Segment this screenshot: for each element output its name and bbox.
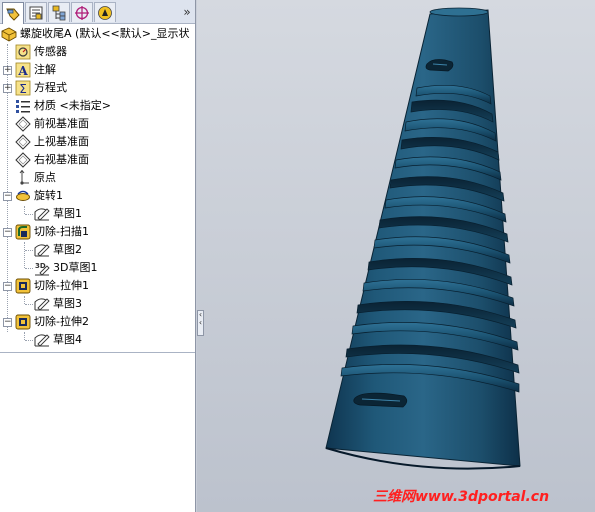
tree-item-label: 切除-扫描1 [34,225,89,238]
tree-item-sensors[interactable]: 传感器 [15,43,67,61]
configuration-manager-icon [52,5,66,20]
expand-toggle[interactable]: + [3,66,12,75]
tree-connector [25,214,33,215]
tree-item-label: 注解 [34,63,56,76]
tree-item-label: 旋转1 [34,189,63,202]
sketch-icon [34,208,50,221]
tree-item-label: 右视基准面 [34,153,89,166]
tree-item-label: 材质 <未指定> [34,99,111,112]
tree-item-label: 上视基准面 [34,135,89,148]
tree-item-right-plane[interactable]: 右视基准面 [15,151,89,169]
dimxpert-icon [75,5,89,20]
collapse-toggle[interactable]: − [3,282,12,291]
revolve-icon [16,190,30,201]
cut-extrude-icon [15,278,31,294]
tree-item-label: 草图4 [53,333,82,346]
property-manager-icon [29,6,43,19]
configuration-manager-tab[interactable] [48,2,70,22]
plane-icon [15,116,31,132]
3d-model[interactable] [197,0,595,512]
collapse-toggle[interactable]: − [3,192,12,201]
tree-item-label: 传感器 [34,45,67,58]
tree-connector [24,296,25,304]
annotation-icon: A [15,62,31,78]
plane-icon [15,152,31,168]
sketch-icon [34,244,50,257]
tree-item-label: 草图2 [53,243,82,256]
tree-connector [24,206,25,214]
origin-icon [19,170,29,185]
manager-tabbar: » [0,0,195,24]
tree-item-label: 草图1 [53,207,82,220]
cut-sweep-icon [15,224,31,240]
sensor-icon [15,44,31,60]
material-icon [16,100,30,113]
tree-item-cut-sweep1[interactable]: 切除-扫描1 [15,223,89,241]
tree-connector [24,332,25,340]
graphics-area[interactable] [197,0,595,512]
tree-item-label: 切除-拉伸1 [34,279,89,292]
tree-item-sketch1[interactable]: 草图1 [34,205,82,223]
tree-item-sketch2[interactable]: 草图2 [34,241,82,259]
tree-item-label: 前视基准面 [34,117,89,130]
tree-item-sketch3[interactable]: 草图3 [34,295,82,313]
tree-item-label: 切除-拉伸2 [34,315,89,328]
solidworks-window: » 螺旋收尾A (默认<<默认>_显示状 传感器 + A 注解 + Σ 方程式 … [0,0,595,512]
3d-sketch-icon: 3D [35,262,50,276]
tree-root-part[interactable]: 螺旋收尾A (默认<<默认>_显示状 [1,25,189,43]
property-manager-tab[interactable] [25,2,47,22]
tree-root-label: 螺旋收尾A (默认<<默认>_显示状 [20,27,190,40]
tree-connector [25,250,33,251]
tree-item-3d-sketch1[interactable]: 3D 3D草图1 [34,259,97,277]
panel-divider [0,352,195,353]
expand-toggle[interactable]: + [3,84,12,93]
svg-text:A: A [17,64,28,78]
tree-connector [25,340,33,341]
panel-collapse-handle[interactable]: ‹ ‹ [197,310,204,336]
tree-item-top-plane[interactable]: 上视基准面 [15,133,89,151]
collapse-toggle[interactable]: − [3,318,12,327]
tree-item-label: 原点 [34,171,56,184]
display-manager-icon [98,5,112,20]
equation-icon: Σ [15,80,31,96]
watermark-text: 三维网www.3dportal.cn [373,489,550,505]
more-tabs-button[interactable]: » [180,3,194,21]
tree-item-origin[interactable]: 原点 [15,169,56,187]
tree-item-cut-extrude1[interactable]: 切除-拉伸1 [15,277,89,295]
svg-text:Σ: Σ [19,82,27,96]
dimxpert-manager-tab[interactable] [71,2,93,22]
cut-extrude-icon [15,314,31,330]
tree-item-material[interactable]: 材质 <未指定> [15,97,111,115]
part-icon [1,27,17,42]
display-manager-tab[interactable] [94,2,116,22]
cone-top-face [429,7,489,17]
feature-manager-panel: » 螺旋收尾A (默认<<默认>_显示状 传感器 + A 注解 + Σ 方程式 … [0,0,196,512]
upper-slot [425,59,454,72]
tree-connector [25,268,33,269]
sketch-icon [34,298,50,311]
tree-item-sketch4[interactable]: 草图4 [34,331,82,349]
feature-manager-icon [6,8,20,21]
tree-item-revolve1[interactable]: 旋转1 [15,187,63,205]
tree-item-equations[interactable]: Σ 方程式 [15,79,67,97]
tree-connector [24,242,25,268]
tree-item-cut-extrude2[interactable]: 切除-拉伸2 [15,313,89,331]
plane-icon [15,134,31,150]
tree-item-front-plane[interactable]: 前视基准面 [15,115,89,133]
sketch-icon [34,334,50,347]
tree-item-label: 草图3 [53,297,82,310]
tree-item-label: 方程式 [34,81,67,94]
tree-item-annotations[interactable]: A 注解 [15,61,56,79]
feature-manager-tab[interactable] [2,2,24,24]
collapse-toggle[interactable]: − [3,228,12,237]
tree-connector [25,304,33,305]
tree-item-label: 3D草图1 [53,261,98,274]
